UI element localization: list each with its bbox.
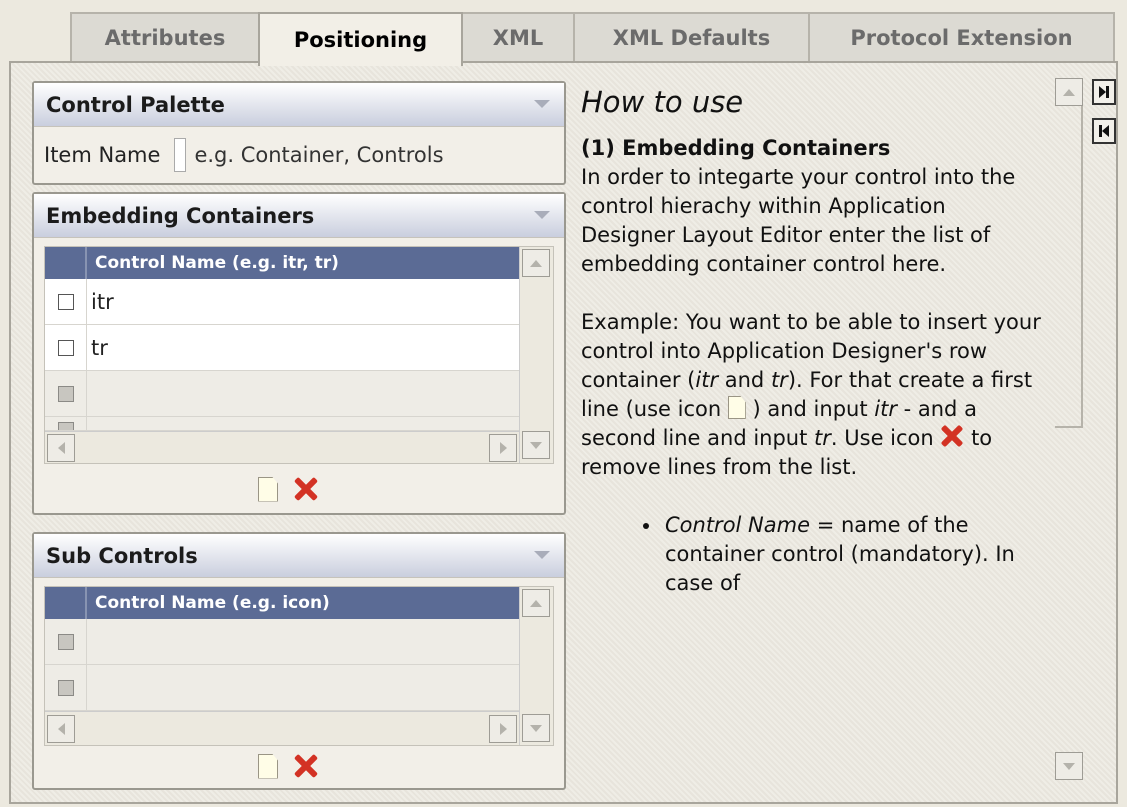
row-checkbox-disabled [57, 679, 74, 696]
scroll-left-icon[interactable] [47, 434, 75, 462]
embedding-containers-header[interactable]: Embedding Containers [34, 194, 564, 238]
horizontal-scrollbar[interactable] [45, 431, 519, 463]
first-page-icon[interactable] [1092, 118, 1116, 144]
sub-controls-header[interactable]: Sub Controls [34, 534, 564, 578]
embedding-containers-panel: Embedding Containers Control Name (e.g. … [32, 192, 566, 515]
new-document-icon[interactable] [258, 476, 278, 502]
scroll-right-icon[interactable] [489, 434, 517, 462]
select-column-header [45, 247, 87, 279]
scroll-down-icon[interactable] [1055, 752, 1083, 780]
delete-x-icon[interactable] [292, 476, 318, 502]
panel-title: Sub Controls [46, 543, 198, 568]
list-item: Control Name = name of the container con… [643, 511, 1046, 598]
tab-xml[interactable]: XML [461, 12, 575, 62]
help-section-heading: (1) Embedding Containers [581, 136, 891, 160]
item-name-label: Item Name [44, 143, 161, 167]
scroll-down-icon[interactable] [522, 431, 550, 459]
sub-controls-grid: Control Name (e.g. icon) [44, 586, 554, 746]
column-header-control-name: Control Name (e.g. icon) [95, 593, 330, 613]
table-row-empty [45, 371, 519, 417]
tab-xml-defaults[interactable]: XML Defaults [573, 12, 810, 62]
help-title: How to use [581, 85, 744, 119]
row-checkbox-disabled [57, 422, 74, 430]
control-palette-panel: Control Palette Item Name e.g. Container… [32, 81, 566, 185]
new-document-icon[interactable] [258, 753, 278, 779]
delete-x-icon[interactable] [292, 753, 318, 779]
panel-title: Embedding Containers [46, 203, 315, 228]
horizontal-scrollbar[interactable] [45, 711, 519, 745]
tab-positioning[interactable]: Positioning [258, 12, 463, 66]
row-checkbox-disabled [57, 633, 74, 650]
new-document-icon [727, 396, 746, 419]
embedding-containers-grid: Control Name (e.g. itr, tr) itr tr [44, 246, 554, 464]
scroll-down-icon[interactable] [522, 714, 550, 742]
help-text-area: How to use (1) Embedding Containers In o… [581, 82, 1046, 598]
control-name-cell[interactable]: itr [87, 290, 114, 314]
item-name-placeholder: e.g. Container, Controls [194, 143, 444, 167]
select-column-header [45, 587, 87, 619]
vertical-scrollbar[interactable] [519, 587, 553, 745]
grid-header: Control Name (e.g. itr, tr) [45, 247, 519, 279]
table-row-empty [45, 619, 519, 665]
tab-protocol-extension[interactable]: Protocol Extension [808, 12, 1115, 62]
table-row-empty [45, 665, 519, 711]
help-vertical-scrollbar[interactable] [1055, 78, 1085, 780]
grid-header: Control Name (e.g. icon) [45, 587, 519, 619]
tab-bar: Attributes Positioning XML XML Defaults … [70, 12, 1115, 66]
table-row: tr [45, 325, 519, 371]
scroll-up-icon[interactable] [1055, 78, 1083, 106]
table-row: itr [45, 279, 519, 325]
help-paragraph: In order to integarte your control into … [581, 165, 1016, 276]
collapse-arrow-icon[interactable] [534, 551, 550, 559]
item-name-input[interactable] [174, 138, 187, 172]
table-row-empty [45, 417, 519, 431]
row-checkbox[interactable] [57, 293, 74, 310]
control-name-cell[interactable]: tr [87, 336, 108, 360]
scroll-up-icon[interactable] [522, 249, 550, 277]
collapse-arrow-icon[interactable] [534, 211, 550, 219]
sub-controls-panel: Sub Controls Control Name (e.g. icon) [32, 532, 566, 790]
delete-x-icon [940, 425, 964, 447]
help-example-paragraph: Example: You want to be able to insert y… [581, 310, 1041, 479]
row-checkbox[interactable] [57, 339, 74, 356]
control-palette-header[interactable]: Control Palette [34, 83, 564, 127]
help-bullet-list: Control Name = name of the container con… [643, 511, 1046, 598]
panel-title: Control Palette [46, 92, 225, 117]
row-checkbox-disabled [57, 385, 74, 402]
scroll-right-icon[interactable] [489, 715, 517, 743]
scroll-left-icon[interactable] [47, 715, 75, 743]
last-page-icon[interactable] [1092, 79, 1116, 105]
tab-attributes[interactable]: Attributes [70, 12, 260, 62]
scrollbar-thumb[interactable] [1055, 106, 1083, 428]
column-header-control-name: Control Name (e.g. itr, tr) [95, 253, 339, 273]
vertical-scrollbar[interactable] [519, 247, 553, 463]
scroll-up-icon[interactable] [522, 589, 550, 617]
collapse-arrow-icon[interactable] [534, 100, 550, 108]
